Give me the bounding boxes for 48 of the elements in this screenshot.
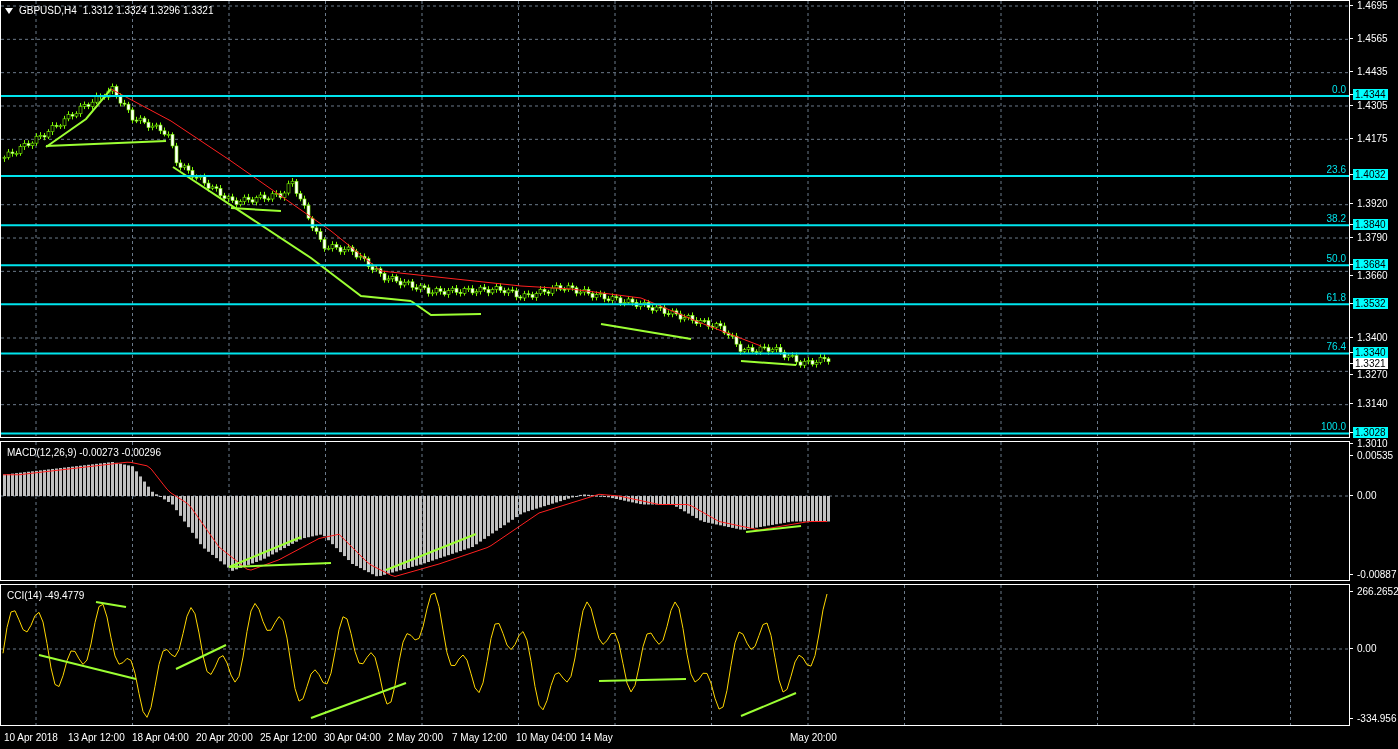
axis-label: -0.00887 <box>1356 568 1397 580</box>
cci-title: CCI(14) -49.4779 <box>7 588 85 603</box>
time-axis-label: 18 Apr 04:00 <box>132 731 190 745</box>
time-axis-label: 7 May 12:00 <box>452 731 509 745</box>
time-axis-label: 20 Apr 20:00 <box>196 731 254 745</box>
fibonacci-ratio-label: 50.0 <box>1326 253 1346 265</box>
axis-label: 1.4695 <box>1356 0 1388 11</box>
axis-label: 0.00535 <box>1356 449 1394 461</box>
axis-label: -334.956 <box>1356 712 1397 724</box>
axis-label: 1.3920 <box>1356 198 1388 210</box>
fibonacci-ratio-label: 0.0 <box>1332 84 1346 95</box>
axis-label: 1.4305 <box>1356 100 1388 112</box>
axis-label: 266.2652 <box>1356 585 1398 597</box>
time-axis-label: 10 May 04:00 <box>516 731 578 745</box>
fibonacci-ratio-label: 76.4 <box>1326 341 1346 353</box>
price-tag: 1.3321 <box>1353 357 1388 369</box>
axis-label: 1.3270 <box>1356 368 1388 380</box>
time-axis-label: 14 May <box>580 731 614 745</box>
axis-label: 1.4435 <box>1356 66 1388 78</box>
price-tag: 1.3028 <box>1353 426 1388 438</box>
price-tag: 1.3340 <box>1353 346 1388 358</box>
price-tag: 1.3532 <box>1353 297 1388 309</box>
symbol-label: GBPUSD,H4 <box>19 4 77 18</box>
axis-label: 1.3010 <box>1356 437 1388 449</box>
time-axis-label: 13 Apr 12:00 <box>68 731 126 745</box>
axis-label: 1.3140 <box>1356 398 1388 410</box>
axis-label: 0.00 <box>1356 489 1377 501</box>
axis-label: 1.3790 <box>1356 231 1388 243</box>
price-tag: 1.3684 <box>1353 258 1388 270</box>
axis-label: 1.3400 <box>1356 331 1388 343</box>
axis-label: 1.4175 <box>1356 132 1388 144</box>
time-axis-label: 10 Apr 2018 <box>4 731 59 745</box>
macd-title: MACD(12,26,9) -0.00273 -0.00296 <box>7 446 161 460</box>
axis-label: 1.4565 <box>1356 32 1388 44</box>
fibonacci-ratio-label: 38.2 <box>1326 213 1346 225</box>
fibonacci-ratio-label: 100.0 <box>1320 421 1346 433</box>
price-tag: 1.4344 <box>1353 89 1388 101</box>
time-axis-label: 25 Apr 12:00 <box>260 731 318 745</box>
fibonacci-ratio-label: 61.8 <box>1326 292 1346 304</box>
axis-label: 0.00 <box>1356 642 1377 654</box>
time-axis-label: 2 May 20:00 <box>388 731 445 745</box>
time-axis-label: 30 Apr 04:00 <box>324 731 382 745</box>
price-tag: 1.4032 <box>1353 169 1388 181</box>
price-tag: 1.3840 <box>1353 218 1388 230</box>
ohlc-values: 1.3312 1.3324 1.3296 1.3321 <box>82 4 214 18</box>
time-axis-label: May 20:00 <box>790 731 837 745</box>
fibonacci-ratio-label: 23.6 <box>1326 163 1346 175</box>
axis-label: 1.3660 <box>1356 269 1388 281</box>
